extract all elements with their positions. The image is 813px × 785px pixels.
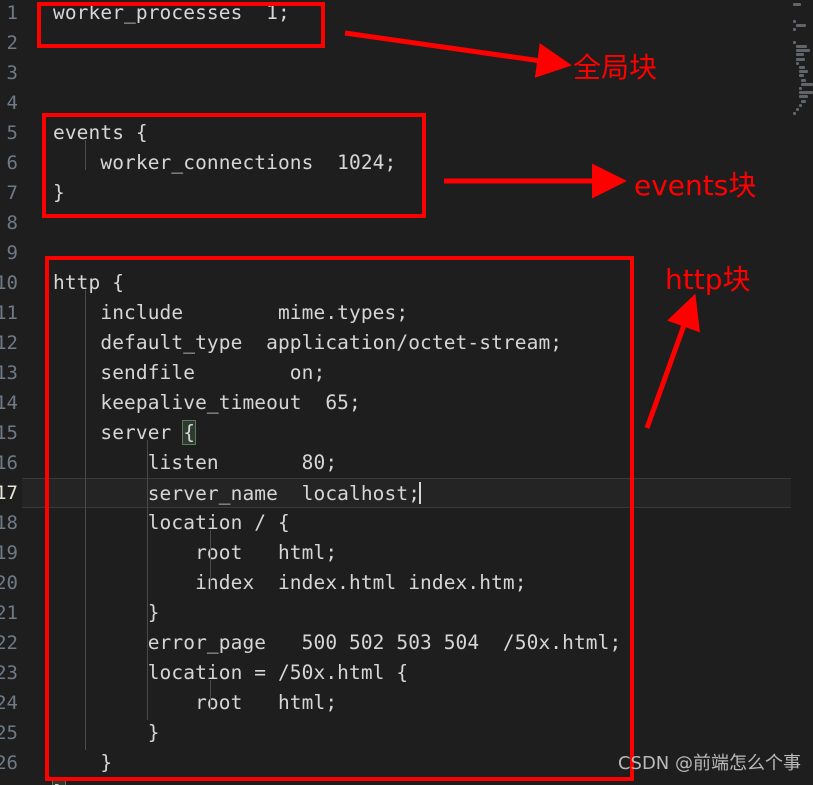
- http-block-label: http块: [665, 263, 751, 296]
- line-number-4: 4: [6, 92, 18, 114]
- events-block-label: events块: [634, 169, 757, 202]
- minimap-line: [801, 82, 813, 86]
- http-block-highlight-box: [45, 256, 634, 781]
- global-block-highlight-box: [37, 2, 325, 48]
- line-number-1: 1: [6, 2, 18, 24]
- minimap-line: [801, 99, 807, 103]
- line-number-6: 6: [6, 152, 18, 174]
- minimap-line: [793, 28, 796, 32]
- code-line-3[interactable]: [22, 58, 791, 88]
- minimap-line: [801, 78, 807, 82]
- line-number-24: 24: [0, 692, 18, 714]
- minimap-line: [793, 3, 802, 6]
- minimap-line: [795, 61, 800, 65]
- line-number-14: 14: [0, 392, 18, 414]
- line-number-3: 3: [6, 62, 18, 84]
- minimap[interactable]: [791, 0, 813, 785]
- line-number-26: 26: [0, 752, 18, 774]
- minimap-line: [795, 53, 804, 57]
- minimap-line: [795, 24, 807, 27]
- line-number-5: 5: [6, 122, 18, 144]
- line-number-16: 16: [0, 452, 18, 474]
- nginx-config-editor: 1 2 3 4 5 6 7 8 9 10 11 12 13 14 15 16 17 18 19 20 21 22 23 24 2…: [0, 0, 813, 785]
- line-number-10: 10: [0, 272, 18, 294]
- line-number-15: 15: [0, 422, 18, 444]
- minimap-line: [798, 91, 813, 95]
- events-block-highlight-box: [42, 113, 426, 218]
- global-block-label: 全局块: [573, 51, 658, 84]
- line-number-8: 8: [6, 212, 18, 234]
- line-number-gutter: 1 2 3 4 5 6 7 8 9 10 11 12 13 14 15 16 17 18 19 20 21 22 23 24 2…: [0, 0, 22, 785]
- minimap-line: [795, 57, 806, 61]
- minimap-line: [798, 74, 804, 78]
- minimap-line: [795, 49, 810, 53]
- matching-brace-highlight: }: [52, 780, 66, 785]
- minimap-line: [795, 45, 807, 48]
- line-number-23: 23: [0, 662, 18, 684]
- minimap-line: [798, 70, 809, 74]
- line-number-20: 20: [0, 572, 18, 594]
- minimap-line: [798, 66, 806, 69]
- line-number-22: 22: [0, 632, 18, 654]
- line-number-18: 18: [0, 512, 18, 534]
- line-number-2: 2: [6, 32, 18, 54]
- line-number-17: 17: [0, 482, 18, 504]
- minimap-line: [798, 95, 808, 99]
- minimap-line: [798, 87, 802, 90]
- line-number-7: 7: [6, 182, 18, 204]
- minimap-line: [795, 108, 799, 111]
- csdn-watermark: CSDN @前端怎么个事: [617, 753, 801, 774]
- minimap-line: [793, 112, 796, 116]
- line-number-27: 27: [0, 778, 18, 785]
- line-number-25: 25: [0, 722, 18, 744]
- line-number-19: 19: [0, 542, 18, 564]
- minimap-line: [793, 40, 796, 44]
- line-number-12: 12: [0, 332, 18, 354]
- line-number-9: 9: [6, 242, 18, 264]
- minimap-line: [793, 19, 797, 23]
- minimap-line: [798, 103, 802, 107]
- line-number-21: 21: [0, 602, 18, 624]
- line-number-13: 13: [0, 362, 18, 384]
- line-number-11: 11: [0, 302, 18, 324]
